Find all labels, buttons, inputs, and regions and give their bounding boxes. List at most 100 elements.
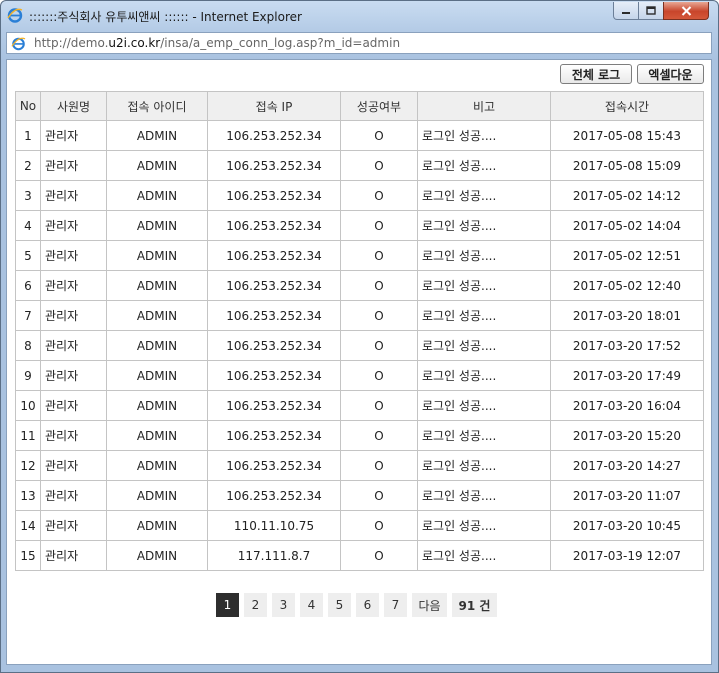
- table-row: 6 관리자 ADMIN 106.253.252.34 O 로그인 성공.... 2017-0…: [15, 270, 704, 301]
- window-title: :::::::주식회사 유투씨앤씨 :::::: - Internet Expl…: [29, 10, 302, 24]
- cell-login-ip: 106.253.252.34: [207, 450, 341, 481]
- page-1-button[interactable]: 1: [216, 593, 239, 617]
- table-row: 1 관리자 ADMIN 106.253.252.34 O 로그인 성공.... 2017-0…: [15, 120, 704, 151]
- cell-no: 11: [15, 420, 41, 451]
- title-bar[interactable]: :::::::주식회사 유투씨앤씨 :::::: - Internet Expl…: [1, 1, 718, 31]
- page-3-button[interactable]: 3: [272, 593, 295, 617]
- cell-no: 6: [15, 270, 41, 301]
- cell-login-id: ADMIN: [106, 450, 208, 481]
- table-row: 2 관리자 ADMIN 106.253.252.34 O 로그인 성공.... 2017-0…: [15, 150, 704, 181]
- all-log-button[interactable]: 전체 로그: [560, 64, 632, 84]
- cell-remark: 로그인 성공....: [417, 180, 551, 211]
- cell-remark: 로그인 성공....: [417, 330, 551, 361]
- cell-no: 3: [15, 180, 41, 211]
- table-row: 7 관리자 ADMIN 106.253.252.34 O 로그인 성공.... 2017-0…: [15, 300, 704, 331]
- cell-login-id: ADMIN: [106, 330, 208, 361]
- excel-download-button[interactable]: 엑셀다운: [637, 64, 704, 84]
- minimize-icon: [622, 11, 630, 14]
- cell-no: 7: [15, 300, 41, 331]
- cell-login-time: 2017-03-20 16:04: [550, 390, 704, 421]
- cell-success: O: [340, 240, 418, 271]
- page-content: 전체 로그 엑셀다운 No 사원명 접속 아이디 접속 IP 성공여부 비고 접…: [6, 59, 712, 665]
- cell-login-ip: 106.253.252.34: [207, 270, 341, 301]
- cell-login-id: ADMIN: [106, 480, 208, 511]
- table-row: 5 관리자 ADMIN 106.253.252.34 O 로그인 성공.... 2017-0…: [15, 240, 704, 271]
- cell-success: O: [340, 540, 418, 571]
- cell-success: O: [340, 360, 418, 391]
- cell-login-time: 2017-05-08 15:09: [550, 150, 704, 181]
- cell-login-ip: 106.253.252.34: [207, 210, 341, 241]
- cell-login-id: ADMIN: [106, 390, 208, 421]
- cell-no: 1: [15, 120, 41, 151]
- page-6-button[interactable]: 6: [356, 593, 379, 617]
- cell-success: O: [340, 330, 418, 361]
- internet-explorer-icon: [7, 8, 23, 23]
- cell-employee-name: 관리자: [40, 120, 107, 151]
- cell-login-time: 2017-03-20 17:52: [550, 330, 704, 361]
- cell-login-id: ADMIN: [106, 120, 208, 151]
- cell-remark: 로그인 성공....: [417, 120, 551, 151]
- cell-employee-name: 관리자: [40, 420, 107, 451]
- table-row: 8 관리자 ADMIN 106.253.252.34 O 로그인 성공.... 2017-0…: [15, 330, 704, 361]
- maximize-icon: [646, 6, 656, 15]
- cell-employee-name: 관리자: [40, 240, 107, 271]
- table-row: 15 관리자 ADMIN 117.111.8.7 O 로그인 성공.... 2017-03-…: [15, 540, 704, 571]
- cell-remark: 로그인 성공....: [417, 360, 551, 391]
- total-count: 91 건: [452, 593, 497, 617]
- cell-login-ip: 106.253.252.34: [207, 300, 341, 331]
- address-url[interactable]: http://demo.u2i.co.kr/insa/a_emp_conn_lo…: [34, 36, 400, 50]
- cell-employee-name: 관리자: [40, 360, 107, 391]
- close-button[interactable]: [663, 2, 709, 20]
- cell-login-ip: 106.253.252.34: [207, 360, 341, 391]
- cell-success: O: [340, 510, 418, 541]
- cell-login-id: ADMIN: [106, 180, 208, 211]
- address-bar[interactable]: http://demo.u2i.co.kr/insa/a_emp_conn_lo…: [6, 32, 712, 54]
- cell-login-id: ADMIN: [106, 270, 208, 301]
- cell-success: O: [340, 420, 418, 451]
- cell-employee-name: 관리자: [40, 450, 107, 481]
- page-2-button[interactable]: 2: [244, 593, 267, 617]
- cell-login-ip: 106.253.252.34: [207, 120, 341, 151]
- header-login-ip: 접속 IP: [207, 91, 341, 121]
- connection-log-table: No 사원명 접속 아이디 접속 IP 성공여부 비고 접속시간 1 관리자 ADM…: [15, 91, 704, 571]
- table-row: 12 관리자 ADMIN 106.253.252.34 O 로그인 성공.... 2017-…: [15, 450, 704, 481]
- cell-login-ip: 117.111.8.7: [207, 540, 341, 571]
- page-4-button[interactable]: 4: [300, 593, 323, 617]
- cell-no: 12: [15, 450, 41, 481]
- table-row: 3 관리자 ADMIN 106.253.252.34 O 로그인 성공.... 2017-0…: [15, 180, 704, 211]
- cell-no: 10: [15, 390, 41, 421]
- cell-no: 13: [15, 480, 41, 511]
- cell-no: 8: [15, 330, 41, 361]
- cell-login-time: 2017-03-20 15:20: [550, 420, 704, 451]
- cell-login-id: ADMIN: [106, 210, 208, 241]
- cell-remark: 로그인 성공....: [417, 240, 551, 271]
- cell-login-time: 2017-03-19 12:07: [550, 540, 704, 571]
- cell-remark: 로그인 성공....: [417, 510, 551, 541]
- header-employee-name: 사원명: [40, 91, 107, 121]
- pagination: 1 2 3 4 5 6 7 다음 91 건: [216, 593, 502, 617]
- cell-remark: 로그인 성공....: [417, 270, 551, 301]
- maximize-button[interactable]: [638, 2, 664, 20]
- next-page-button[interactable]: 다음: [412, 593, 447, 617]
- cell-login-time: 2017-05-08 15:43: [550, 120, 704, 151]
- cell-login-ip: 106.253.252.34: [207, 150, 341, 181]
- cell-login-time: 2017-05-02 12:40: [550, 270, 704, 301]
- page-7-button[interactable]: 7: [384, 593, 407, 617]
- cell-employee-name: 관리자: [40, 210, 107, 241]
- page-5-button[interactable]: 5: [328, 593, 351, 617]
- cell-login-time: 2017-03-20 18:01: [550, 300, 704, 331]
- cell-login-id: ADMIN: [106, 300, 208, 331]
- cell-login-ip: 106.253.252.34: [207, 180, 341, 211]
- cell-login-time: 2017-05-02 14:04: [550, 210, 704, 241]
- table-row: 13 관리자 ADMIN 106.253.252.34 O 로그인 성공.... 2017-…: [15, 480, 704, 511]
- cell-success: O: [340, 120, 418, 151]
- minimize-button[interactable]: [613, 2, 639, 20]
- cell-employee-name: 관리자: [40, 270, 107, 301]
- cell-employee-name: 관리자: [40, 510, 107, 541]
- cell-remark: 로그인 성공....: [417, 450, 551, 481]
- cell-employee-name: 관리자: [40, 150, 107, 181]
- cell-login-id: ADMIN: [106, 540, 208, 571]
- url-domain: u2i.co.kr: [108, 36, 161, 50]
- cell-remark: 로그인 성공....: [417, 210, 551, 241]
- cell-remark: 로그인 성공....: [417, 540, 551, 571]
